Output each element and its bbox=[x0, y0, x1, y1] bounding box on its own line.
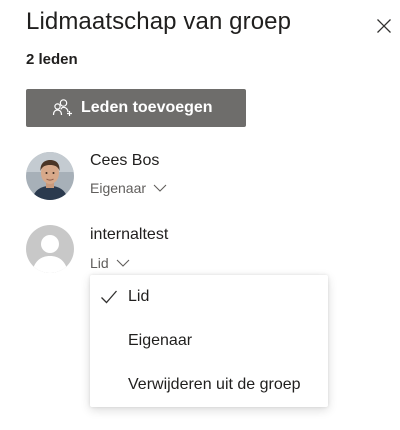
role-dropdown[interactable]: Eigenaar bbox=[90, 180, 167, 196]
avatar bbox=[26, 225, 74, 273]
close-button[interactable] bbox=[372, 14, 396, 38]
role-label: Lid bbox=[90, 255, 109, 271]
member-count: 2 leden bbox=[26, 51, 78, 68]
avatar bbox=[26, 152, 74, 200]
remove-from-group-option[interactable]: Verwijderen uit de groep bbox=[90, 363, 328, 407]
role-option-label: Eigenaar bbox=[128, 332, 193, 349]
role-menu: Lid Eigenaar Verwijderen uit de groep bbox=[90, 275, 328, 407]
role-label: Eigenaar bbox=[90, 180, 147, 196]
role-option-label: Verwijderen uit de groep bbox=[128, 376, 301, 393]
add-people-icon bbox=[52, 98, 72, 118]
role-option-eigenaar[interactable]: Eigenaar bbox=[90, 319, 328, 363]
panel-title: Lidmaatschap van groep bbox=[26, 8, 292, 35]
role-option-label: Lid bbox=[128, 288, 150, 305]
chevron-down-icon bbox=[153, 184, 167, 192]
member-name: internaltest bbox=[90, 226, 169, 243]
add-members-label: Leden toevoegen bbox=[81, 99, 213, 116]
add-members-button[interactable]: Leden toevoegen bbox=[26, 89, 246, 127]
role-dropdown[interactable]: Lid bbox=[90, 255, 130, 271]
chevron-down-icon bbox=[116, 259, 130, 267]
member-name: Cees Bos bbox=[90, 152, 160, 169]
close-icon bbox=[377, 19, 391, 33]
checkmark-icon bbox=[101, 290, 117, 304]
role-option-lid[interactable]: Lid bbox=[90, 275, 328, 319]
